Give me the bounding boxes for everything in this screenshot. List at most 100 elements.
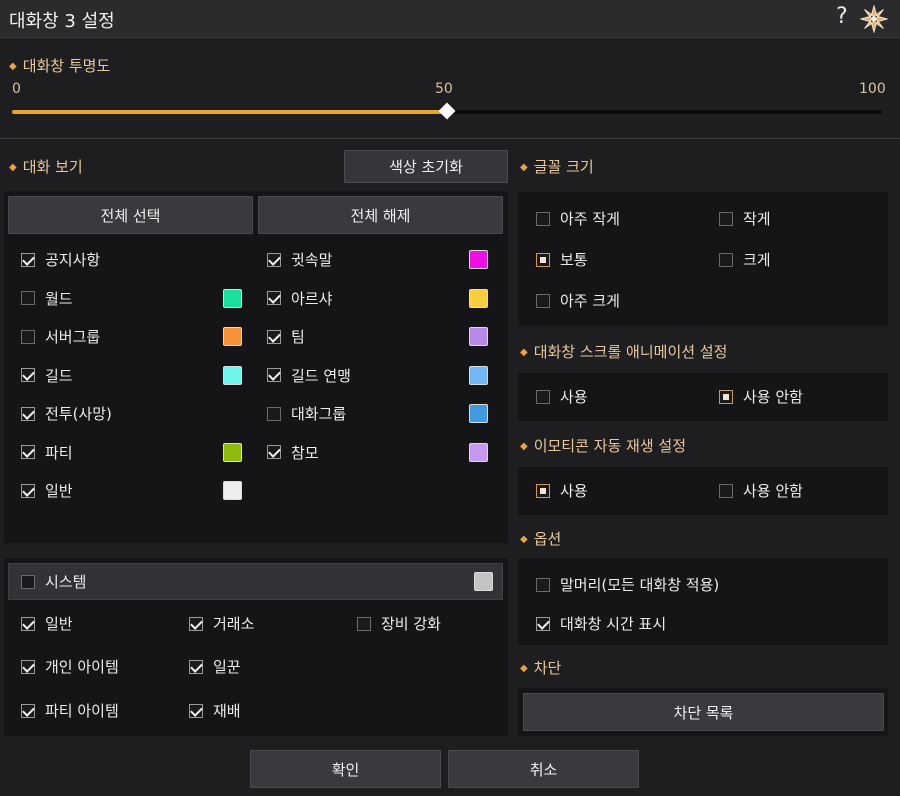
system-item-0-checkbox[interactable] <box>21 616 35 631</box>
system-item-1-row[interactable]: 거래소 <box>189 613 254 634</box>
block-list-button[interactable]: 차단 목록 <box>523 693 884 731</box>
channel-right-0-checkbox[interactable] <box>267 252 281 267</box>
title-bar: 대화창 3 설정 ? <box>0 0 900 38</box>
scroll-anim-option-1-radio[interactable] <box>719 389 733 404</box>
system-item-4-row[interactable]: 일꾼 <box>189 656 241 677</box>
reset-color-button[interactable]: 색상 초기화 <box>344 150 508 183</box>
channel-right-5-checkbox[interactable] <box>267 445 281 459</box>
channel-right-2-checkbox[interactable] <box>267 329 281 344</box>
emoticon-option-1-row[interactable]: 사용 안함 <box>719 480 803 501</box>
font-size-option-3-radio[interactable] <box>719 252 733 267</box>
option-item-0-label: 말머리(모든 대화창 적용) <box>560 576 720 594</box>
channel-left-1-checkbox[interactable] <box>21 291 35 305</box>
option-item-1-row[interactable]: 대화창 시간 표시 <box>536 613 666 634</box>
channel-right-0-color-swatch[interactable] <box>469 250 488 269</box>
system-checkbox-row[interactable]: 시스템 <box>21 571 86 592</box>
channel-right-3-row[interactable]: 길드 연맹 <box>267 365 351 386</box>
option-item-0-checkbox[interactable] <box>536 577 550 592</box>
font-size-option-2-row[interactable]: 보통 <box>536 249 588 270</box>
channel-left-0-row[interactable]: 공지사항 <box>21 249 100 270</box>
channel-left-5-row[interactable]: 파티 <box>21 442 73 463</box>
system-item-2-row[interactable]: 장비 강화 <box>357 613 441 634</box>
channel-right-3-color-swatch[interactable] <box>469 365 488 385</box>
channel-left-1-row[interactable]: 월드 <box>21 288 73 309</box>
channel-left-0-checkbox[interactable] <box>21 252 35 267</box>
channel-right-0-row[interactable]: 귓속말 <box>267 249 332 270</box>
channel-left-2-color-swatch[interactable] <box>223 327 242 346</box>
font-size-option-4-radio[interactable] <box>536 293 550 308</box>
deselect-all-button[interactable]: 전체 해제 <box>258 196 503 234</box>
option-item-0-row[interactable]: 말머리(모든 대화창 적용) <box>536 574 719 595</box>
select-all-button[interactable]: 전체 선택 <box>8 196 253 234</box>
channel-right-4-label: 대화그룹 <box>291 405 347 423</box>
help-icon[interactable]: ? <box>836 4 848 29</box>
font-size-option-1-radio[interactable] <box>719 211 733 226</box>
system-item-5-checkbox[interactable] <box>21 703 35 718</box>
option-item-1-checkbox[interactable] <box>536 616 550 631</box>
channel-right-4-checkbox[interactable] <box>267 406 281 421</box>
channel-right-1-label: 아르샤 <box>291 289 333 308</box>
channel-left-4-row[interactable]: 전투(사망) <box>21 403 112 424</box>
opacity-slider-thumb[interactable] <box>438 102 456 120</box>
channel-left-3-checkbox[interactable] <box>21 368 35 382</box>
system-item-3-checkbox[interactable] <box>21 659 35 674</box>
block-section-title: 차단 <box>520 657 562 678</box>
font-size-option-2-radio[interactable] <box>536 252 550 267</box>
opacity-value-label: 50 <box>435 81 453 97</box>
channel-left-4-label: 전투(사망) <box>45 405 112 423</box>
system-item-2-label: 장비 강화 <box>381 615 441 633</box>
channel-right-1-checkbox[interactable] <box>267 291 281 305</box>
channel-left-5-color-swatch[interactable] <box>223 442 242 462</box>
system-item-3-row[interactable]: 개인 아이템 <box>21 656 119 677</box>
channel-left-4-checkbox[interactable] <box>21 406 35 421</box>
channel-right-1-row[interactable]: 아르샤 <box>267 288 332 309</box>
system-item-1-checkbox[interactable] <box>189 616 203 631</box>
channel-left-3-row[interactable]: 길드 <box>21 365 73 386</box>
channel-left-6-label: 일반 <box>45 482 73 500</box>
system-item-5-row[interactable]: 파티 아이템 <box>21 700 119 721</box>
channel-left-1-color-swatch[interactable] <box>223 288 242 308</box>
cancel-button[interactable]: 취소 <box>448 750 639 788</box>
emoticon-option-0-radio[interactable] <box>536 483 550 498</box>
channel-right-2-label: 팀 <box>291 328 305 346</box>
system-checkbox[interactable] <box>21 574 35 589</box>
scroll-anim-option-0-row[interactable]: 사용 <box>536 386 588 407</box>
channel-left-5-checkbox[interactable] <box>21 445 35 459</box>
channel-left-3-label: 길드 <box>45 366 73 385</box>
emoticon-option-1-radio[interactable] <box>719 483 733 498</box>
channel-left-3-color-swatch[interactable] <box>223 365 242 385</box>
opacity-min-label: 0 <box>12 81 21 97</box>
system-item-6-checkbox[interactable] <box>189 703 203 718</box>
channel-right-3-checkbox[interactable] <box>267 368 281 382</box>
channel-right-4-row[interactable]: 대화그룹 <box>267 403 346 424</box>
system-item-6-row[interactable]: 재배 <box>189 700 241 721</box>
channel-left-6-color-swatch[interactable] <box>223 481 242 500</box>
channel-left-2-row[interactable]: 서버그룹 <box>21 326 100 347</box>
font-size-option-0-radio[interactable] <box>536 211 550 226</box>
font-size-option-1-row[interactable]: 작게 <box>719 208 771 229</box>
channel-right-2-color-swatch[interactable] <box>469 327 488 346</box>
channel-left-2-checkbox[interactable] <box>21 329 35 344</box>
channel-right-1-color-swatch[interactable] <box>469 288 488 308</box>
scroll-anim-option-0-radio[interactable] <box>536 389 550 404</box>
channel-left-6-row[interactable]: 일반 <box>21 480 73 501</box>
font-size-option-3-row[interactable]: 크게 <box>719 249 771 270</box>
system-item-2-checkbox[interactable] <box>357 616 371 631</box>
font-size-option-4-row[interactable]: 아주 크게 <box>536 290 620 311</box>
system-item-4-checkbox[interactable] <box>189 659 203 674</box>
confirm-button[interactable]: 확인 <box>250 750 441 788</box>
channel-right-4-color-swatch[interactable] <box>469 404 488 423</box>
close-icon[interactable] <box>860 5 888 33</box>
channel-right-5-row[interactable]: 참모 <box>267 442 319 463</box>
channel-left-6-checkbox[interactable] <box>21 483 35 498</box>
opacity-slider-fill <box>12 110 447 114</box>
system-item-0-row[interactable]: 일반 <box>21 613 73 634</box>
system-color-swatch[interactable] <box>474 572 493 591</box>
font-size-option-0-row[interactable]: 아주 작게 <box>536 208 620 229</box>
option-item-1-label: 대화창 시간 표시 <box>560 615 667 633</box>
channel-right-5-color-swatch[interactable] <box>469 442 488 462</box>
emoticon-option-0-row[interactable]: 사용 <box>536 480 588 501</box>
opacity-slider[interactable] <box>12 102 882 120</box>
scroll-anim-option-1-row[interactable]: 사용 안함 <box>719 386 803 407</box>
channel-right-2-row[interactable]: 팀 <box>267 326 305 347</box>
